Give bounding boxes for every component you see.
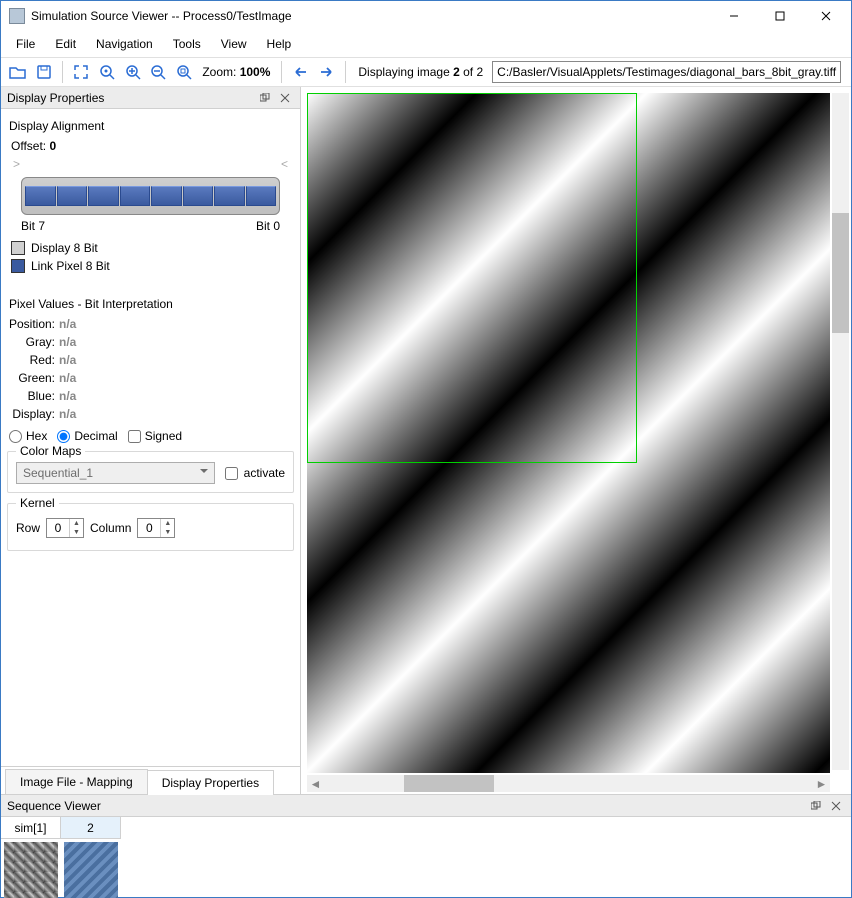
value-position: n/a xyxy=(59,317,76,331)
sequence-thumb-1 xyxy=(64,842,118,898)
menu-file[interactable]: File xyxy=(7,34,44,54)
legend-link-pixel-8bit: Link Pixel 8 Bit xyxy=(7,257,294,275)
sequence-item-1[interactable]: 2 xyxy=(61,817,121,898)
bit-nav-row: > < xyxy=(7,155,294,173)
zoom-label: Zoom: 100% xyxy=(198,65,274,79)
colormaps-group: Color Maps Sequential_1 activate xyxy=(7,451,294,493)
selection-rectangle[interactable] xyxy=(307,93,637,463)
offset-label: Offset: xyxy=(11,139,49,153)
close-sequence-button[interactable] xyxy=(827,797,845,815)
horizontal-scrollbar[interactable]: ◄ ► xyxy=(307,775,830,792)
kernel-row-spinner[interactable]: ▲▼ xyxy=(46,518,84,538)
sequence-viewer-header: Sequence Viewer xyxy=(1,795,851,817)
image-canvas[interactable] xyxy=(307,93,830,773)
zoom-region-button[interactable] xyxy=(173,59,196,85)
value-blue: n/a xyxy=(59,389,76,403)
offset-row: Offset: 0 xyxy=(7,137,294,155)
value-red: n/a xyxy=(59,353,76,367)
window-title: Simulation Source Viewer -- Process0/Tes… xyxy=(31,9,711,23)
minimize-button[interactable] xyxy=(711,1,757,31)
bit-bar[interactable] xyxy=(7,173,294,217)
bit-lo-label: Bit 0 xyxy=(256,219,280,233)
left-panel-tabs: Image File - Mapping Display Properties xyxy=(1,766,300,794)
panel-body: Display Alignment Offset: 0 > < Bit 7 Bi… xyxy=(1,109,300,766)
scroll-right-button[interactable]: ► xyxy=(813,775,830,792)
kernel-row-label: Row xyxy=(16,521,40,535)
prev-image-button[interactable] xyxy=(289,59,312,85)
kernel-group: Kernel Row ▲▼ Column ▲▼ xyxy=(7,503,294,551)
colormaps-legend: Color Maps xyxy=(16,444,85,458)
horizontal-scrollbar-thumb[interactable] xyxy=(404,775,494,792)
checkbox-signed[interactable]: Signed xyxy=(128,429,182,443)
value-display: n/a xyxy=(59,407,76,421)
image-path-field[interactable]: C:/Basler/VisualApplets/Testimages/diago… xyxy=(492,61,841,83)
close-panel-button[interactable] xyxy=(276,89,294,107)
tab-image-file-mapping[interactable]: Image File - Mapping xyxy=(5,769,148,794)
panel-title: Display Properties xyxy=(7,91,254,105)
sequence-viewer-title: Sequence Viewer xyxy=(7,799,805,813)
scroll-left-button[interactable]: ◄ xyxy=(307,775,324,792)
zoom-in-button[interactable] xyxy=(121,59,144,85)
open-button[interactable] xyxy=(7,59,30,85)
menu-view[interactable]: View xyxy=(212,34,256,54)
menu-tools[interactable]: Tools xyxy=(164,34,210,54)
bit-shift-left-button[interactable]: < xyxy=(281,157,288,171)
main-area: Display Properties Display Alignment Off… xyxy=(1,87,851,794)
radio-decimal[interactable]: Decimal xyxy=(57,429,117,443)
sequence-thumb-0 xyxy=(4,842,58,898)
kernel-legend: Kernel xyxy=(16,496,59,510)
offset-value: 0 xyxy=(49,139,56,153)
menu-edit[interactable]: Edit xyxy=(46,34,85,54)
kernel-col-label: Column xyxy=(90,521,131,535)
separator xyxy=(281,61,282,83)
sequence-viewer-panel: Sequence Viewer sim[1] 2 xyxy=(1,794,851,897)
close-button[interactable] xyxy=(803,1,849,31)
menu-help[interactable]: Help xyxy=(258,34,301,54)
save-button[interactable] xyxy=(33,59,56,85)
pixel-values-grid: Position:n/a Gray:n/a Red:n/a Green:n/a … xyxy=(7,315,294,423)
colormap-activate-checkbox[interactable]: activate xyxy=(225,466,285,480)
image-viewer: ◄ ► xyxy=(301,87,851,794)
menubar: File Edit Navigation Tools View Help xyxy=(1,31,851,57)
zoom-reset-button[interactable] xyxy=(96,59,119,85)
colormap-select[interactable]: Sequential_1 xyxy=(16,462,215,484)
separator xyxy=(62,61,63,83)
image-index-label: Displaying image 2 of 2 xyxy=(352,65,489,79)
kernel-col-spinner[interactable]: ▲▼ xyxy=(137,518,175,538)
swatch-gray-icon xyxy=(11,241,25,255)
value-green: n/a xyxy=(59,371,76,385)
vertical-scrollbar[interactable] xyxy=(832,93,849,770)
next-image-button[interactable] xyxy=(315,59,338,85)
separator xyxy=(345,61,346,83)
detach-sequence-button[interactable] xyxy=(807,797,825,815)
vertical-scrollbar-thumb[interactable] xyxy=(832,213,849,333)
bit-hi-label: Bit 7 xyxy=(21,219,45,233)
left-panel: Display Properties Display Alignment Off… xyxy=(1,87,301,794)
bit-labels: Bit 7 Bit 0 xyxy=(7,217,294,239)
pixel-values-heading: Pixel Values - Bit Interpretation xyxy=(7,293,294,315)
toolbar: Zoom: 100% Displaying image 2 of 2 C:/Ba… xyxy=(1,57,851,87)
legend-display-8bit: Display 8 Bit xyxy=(7,239,294,257)
value-gray: n/a xyxy=(59,335,76,349)
bit-shift-right-button[interactable]: > xyxy=(13,157,20,171)
sequence-item-0[interactable]: sim[1] xyxy=(1,817,61,898)
swatch-blue-icon xyxy=(11,259,25,273)
menu-navigation[interactable]: Navigation xyxy=(87,34,162,54)
radio-hex[interactable]: Hex xyxy=(9,429,47,443)
display-alignment-heading: Display Alignment xyxy=(7,115,294,137)
panel-header-display-properties: Display Properties xyxy=(1,87,300,109)
sequence-body: sim[1] 2 xyxy=(1,817,851,897)
detach-panel-button[interactable] xyxy=(256,89,274,107)
maximize-button[interactable] xyxy=(757,1,803,31)
tab-display-properties[interactable]: Display Properties xyxy=(147,770,274,795)
zoom-out-button[interactable] xyxy=(147,59,170,85)
fit-button[interactable] xyxy=(70,59,93,85)
titlebar: Simulation Source Viewer -- Process0/Tes… xyxy=(1,1,851,31)
app-icon xyxy=(9,8,25,24)
